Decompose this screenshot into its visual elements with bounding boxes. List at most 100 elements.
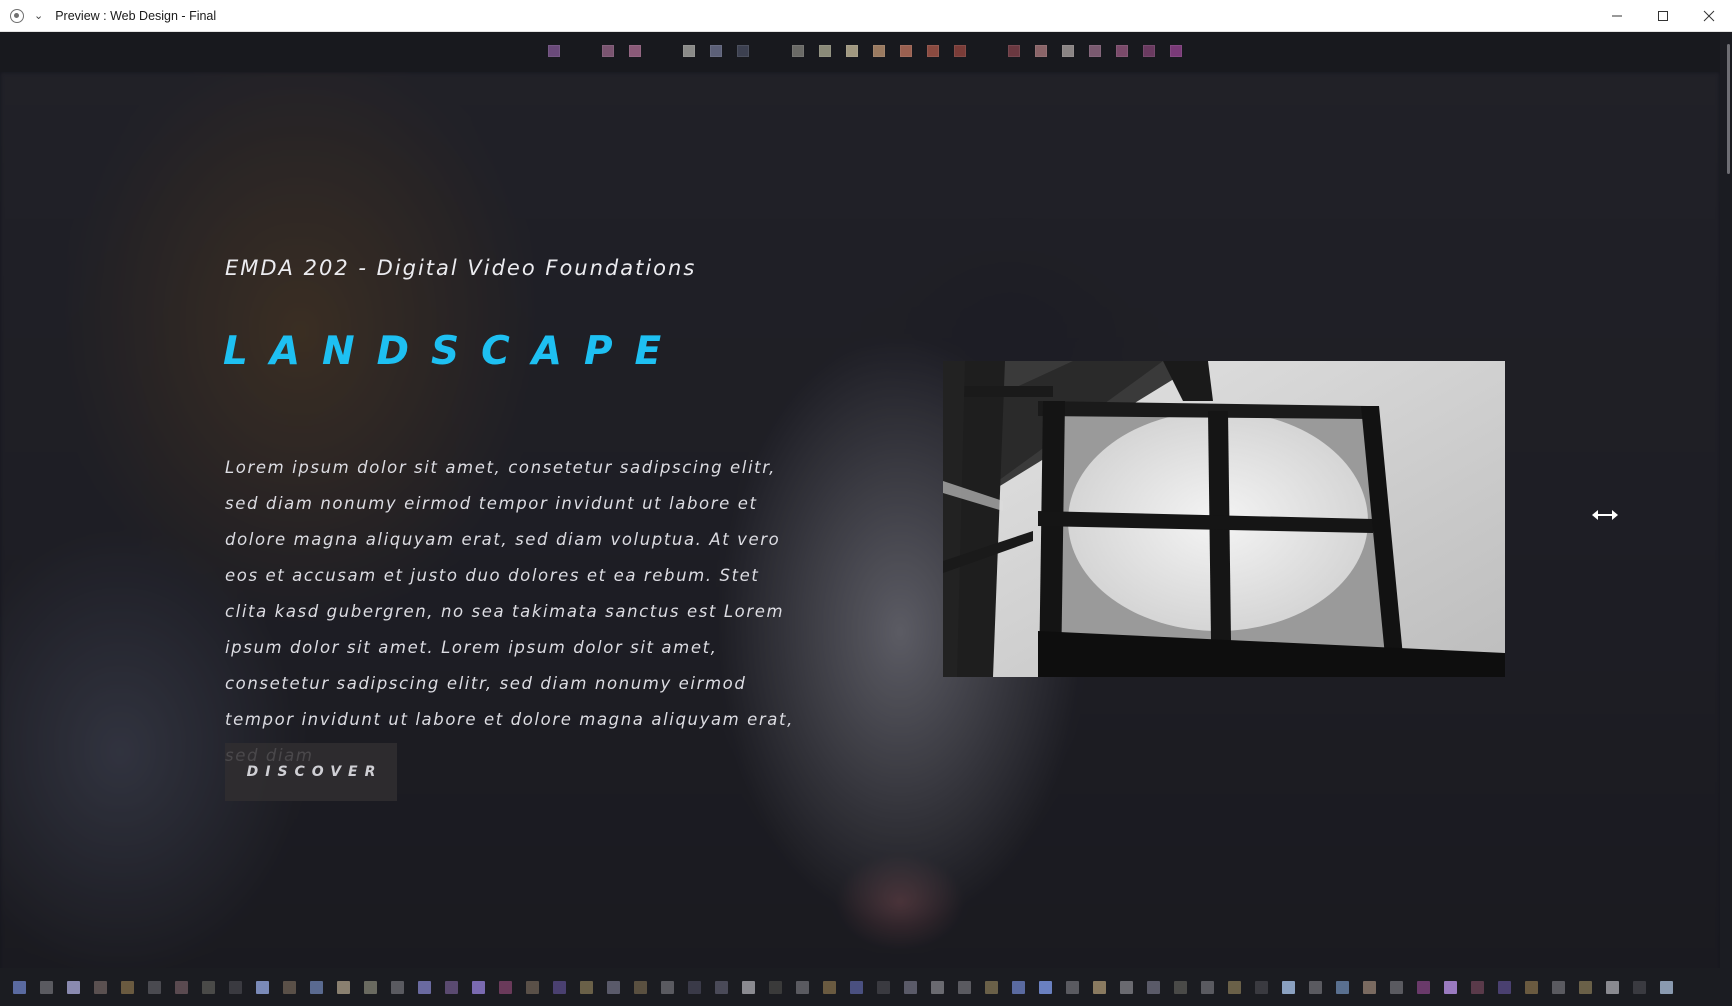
thumbnail-item[interactable] — [1174, 981, 1187, 994]
minimize-button[interactable] — [1594, 0, 1640, 32]
thumbnail-item[interactable] — [364, 981, 377, 994]
thumbnail-strip — [0, 968, 1720, 1006]
thumbnail-item[interactable] — [580, 981, 593, 994]
color-swatch[interactable] — [873, 45, 885, 57]
thumbnail-item[interactable] — [877, 981, 890, 994]
thumbnail-item[interactable] — [742, 981, 755, 994]
vertical-scrollbar[interactable] — [1720, 32, 1732, 1006]
page-headline: LANDSCAPE — [223, 329, 684, 374]
thumbnail-item[interactable] — [1147, 981, 1160, 994]
thumbnail-item[interactable] — [391, 981, 404, 994]
thumbnail-item[interactable] — [1120, 981, 1133, 994]
thumbnail-item[interactable] — [283, 981, 296, 994]
close-button[interactable] — [1686, 0, 1732, 32]
color-swatch[interactable] — [927, 45, 939, 57]
thumbnail-item[interactable] — [1309, 981, 1322, 994]
thumbnail-item[interactable] — [1390, 981, 1403, 994]
thumbnail-item[interactable] — [1633, 981, 1646, 994]
thumbnail-item[interactable] — [688, 981, 701, 994]
color-swatch[interactable] — [710, 45, 722, 57]
thumbnail-item[interactable] — [94, 981, 107, 994]
thumbnail-item[interactable] — [418, 981, 431, 994]
thumbnail-item[interactable] — [715, 981, 728, 994]
color-swatch[interactable] — [1170, 45, 1182, 57]
color-swatch[interactable] — [900, 45, 912, 57]
thumbnail-item[interactable] — [1498, 981, 1511, 994]
window-titlebar: ⌄ Preview : Web Design - Final — [0, 0, 1732, 32]
color-swatch[interactable] — [954, 45, 966, 57]
thumbnail-item[interactable] — [337, 981, 350, 994]
thumbnail-item[interactable] — [1660, 981, 1673, 994]
thumbnail-item[interactable] — [472, 981, 485, 994]
course-title: EMDA 202 - Digital Video Foundations — [225, 256, 697, 280]
thumbnail-item[interactable] — [1444, 981, 1457, 994]
thumbnail-item[interactable] — [931, 981, 944, 994]
window-controls — [1594, 0, 1732, 32]
thumbnail-item[interactable] — [13, 981, 26, 994]
discover-button[interactable]: DISCOVER — [225, 743, 397, 801]
thumbnail-item[interactable] — [229, 981, 242, 994]
thumbnail-item[interactable] — [1255, 981, 1268, 994]
color-swatch[interactable] — [1089, 45, 1101, 57]
preview-viewport: EMDA 202 - Digital Video Foundations LAN… — [0, 32, 1732, 1006]
color-swatch[interactable] — [1062, 45, 1074, 57]
chevron-down-icon[interactable]: ⌄ — [34, 10, 43, 21]
thumbnail-item[interactable] — [310, 981, 323, 994]
thumbnail-item[interactable] — [526, 981, 539, 994]
featured-image — [943, 361, 1505, 677]
thumbnail-item[interactable] — [634, 981, 647, 994]
thumbnail-item[interactable] — [985, 981, 998, 994]
thumbnail-item[interactable] — [445, 981, 458, 994]
thumbnail-item[interactable] — [1228, 981, 1241, 994]
thumbnail-item[interactable] — [661, 981, 674, 994]
thumbnail-item[interactable] — [904, 981, 917, 994]
color-swatch[interactable] — [548, 45, 560, 57]
color-swatch[interactable] — [683, 45, 695, 57]
thumbnail-item[interactable] — [1552, 981, 1565, 994]
thumbnail-item[interactable] — [1066, 981, 1079, 994]
thumbnail-item[interactable] — [1012, 981, 1025, 994]
window-title: Preview : Web Design - Final — [55, 8, 217, 23]
color-swatch[interactable] — [602, 45, 614, 57]
maximize-icon — [1658, 11, 1668, 21]
color-swatch[interactable] — [1035, 45, 1047, 57]
thumbnail-item[interactable] — [1579, 981, 1592, 994]
thumbnail-item[interactable] — [1525, 981, 1538, 994]
scrollbar-thumb[interactable] — [1727, 44, 1730, 174]
thumbnail-item[interactable] — [1606, 981, 1619, 994]
app-icon[interactable] — [10, 8, 24, 23]
color-swatch[interactable] — [629, 45, 641, 57]
thumbnail-item[interactable] — [202, 981, 215, 994]
color-swatch[interactable] — [1008, 45, 1020, 57]
thumbnail-item[interactable] — [607, 981, 620, 994]
thumbnail-item[interactable] — [175, 981, 188, 994]
thumbnail-item[interactable] — [1417, 981, 1430, 994]
thumbnail-item[interactable] — [1282, 981, 1295, 994]
thumbnail-item[interactable] — [148, 981, 161, 994]
body-paragraph: Lorem ipsum dolor sit amet, consetetur s… — [225, 458, 794, 765]
thumbnail-item[interactable] — [553, 981, 566, 994]
maximize-button[interactable] — [1640, 0, 1686, 32]
thumbnail-item[interactable] — [40, 981, 53, 994]
thumbnail-item[interactable] — [796, 981, 809, 994]
thumbnail-item[interactable] — [1471, 981, 1484, 994]
color-swatch[interactable] — [846, 45, 858, 57]
thumbnail-item[interactable] — [769, 981, 782, 994]
thumbnail-item[interactable] — [1336, 981, 1349, 994]
thumbnail-item[interactable] — [823, 981, 836, 994]
thumbnail-item[interactable] — [1039, 981, 1052, 994]
thumbnail-item[interactable] — [1201, 981, 1214, 994]
thumbnail-item[interactable] — [1093, 981, 1106, 994]
thumbnail-item[interactable] — [958, 981, 971, 994]
color-swatch[interactable] — [1116, 45, 1128, 57]
thumbnail-item[interactable] — [256, 981, 269, 994]
thumbnail-item[interactable] — [1363, 981, 1376, 994]
color-swatch[interactable] — [737, 45, 749, 57]
color-swatch[interactable] — [819, 45, 831, 57]
thumbnail-item[interactable] — [67, 981, 80, 994]
color-swatch[interactable] — [1143, 45, 1155, 57]
thumbnail-item[interactable] — [121, 981, 134, 994]
color-swatch[interactable] — [792, 45, 804, 57]
thumbnail-item[interactable] — [850, 981, 863, 994]
thumbnail-item[interactable] — [499, 981, 512, 994]
